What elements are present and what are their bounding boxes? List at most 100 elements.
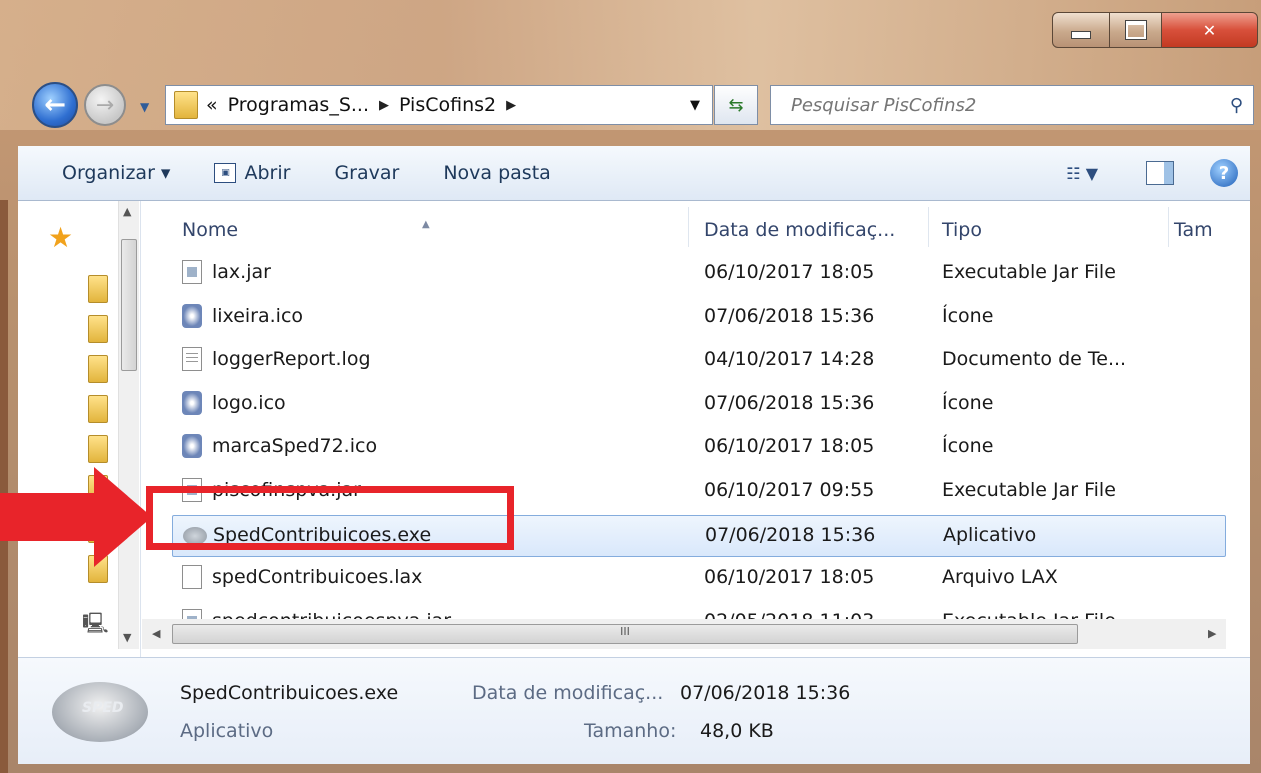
file-type: Ícone (942, 304, 994, 327)
file-type: Executable Jar File (942, 479, 1116, 501)
ico-file-icon (182, 303, 202, 328)
scroll-right-icon[interactable]: ▶ (1208, 627, 1216, 640)
nav-folder-icon[interactable] (88, 315, 108, 343)
network-icon[interactable]: 🖳 (82, 609, 109, 643)
forward-arrow-icon: → (95, 92, 115, 118)
horizontal-scroll-thumb[interactable]: III (172, 624, 1078, 644)
table-row[interactable]: spedcontribuicoespva.jar 02/05/2018 11:03… (172, 602, 1226, 619)
minimize-button[interactable] (1052, 12, 1110, 48)
breadcrumb-programas[interactable]: Programas_S... (228, 94, 369, 116)
search-box[interactable]: ⚲ (770, 85, 1254, 125)
column-divider[interactable] (928, 207, 929, 247)
search-icon[interactable]: ⚲ (1230, 95, 1243, 116)
file-name: spedcontribuicoespva.jar (212, 610, 451, 619)
search-input[interactable] (789, 93, 1193, 117)
details-date-value: 07/06/2018 15:36 (680, 682, 851, 704)
table-row[interactable]: lax.jar 06/10/2017 18:05 Executable Jar Fi… (172, 253, 1226, 295)
column-headers: ▲ Nome Data de modificaç... Tipo Tam (142, 201, 1230, 253)
forward-button[interactable]: → (84, 84, 126, 126)
nav-folder-icon[interactable] (88, 275, 108, 303)
navigation-pane: ★ 🖳 ▲ ▼ (18, 201, 141, 657)
back-button[interactable]: ← (32, 82, 78, 128)
help-button[interactable]: ? (1210, 159, 1238, 187)
table-row[interactable]: marcaSped72.ico 06/10/2017 18:05 Ícone (172, 427, 1226, 469)
sped-app-icon-lettering: SPED (82, 700, 124, 716)
nav-folder-icon[interactable] (88, 435, 108, 463)
file-name: lixeira.ico (212, 304, 304, 327)
open-label: Abrir (244, 162, 291, 184)
file-type: Documento de Te... (942, 348, 1127, 371)
maximize-button[interactable] (1110, 12, 1162, 48)
new-folder-button[interactable]: Nova pasta (443, 162, 550, 184)
horizontal-scrollbar[interactable]: ◀ III ▶ (142, 619, 1226, 649)
refresh-button[interactable]: ⇆ (714, 85, 758, 125)
ico-file-icon (182, 434, 202, 459)
file-date: 07/06/2018 15:36 (704, 304, 875, 327)
address-bar[interactable]: « Programas_S... ▶ PisCofins2 ▶ ▼ (165, 85, 713, 125)
file-date: 06/10/2017 18:05 (704, 435, 875, 458)
recent-pages-dropdown[interactable]: ▼ (140, 100, 149, 114)
file-date: 07/06/2018 15:36 (705, 523, 876, 546)
file-type: Ícone (942, 391, 994, 414)
file-type: Ícone (942, 435, 994, 458)
breadcrumb-chevron-icon[interactable]: ▶ (506, 98, 516, 113)
minimize-icon (1071, 31, 1091, 39)
file-list: ▲ Nome Data de modificaç... Tipo Tam lax… (142, 201, 1250, 619)
close-button[interactable]: ✕ (1162, 12, 1258, 48)
nav-folder-icon[interactable] (88, 355, 108, 383)
breadcrumb-chevron-icon[interactable]: ▶ (379, 98, 389, 113)
table-row[interactable]: logo.ico 07/06/2018 15:36 Ícone (172, 384, 1226, 426)
explorer-window: ✕ ← → ▼ « Programas_S... ▶ PisCofins2 ▶ … (0, 0, 1261, 773)
file-name: logo.ico (212, 391, 286, 414)
navigation-bar: ← → ▼ « Programas_S... ▶ PisCofins2 ▶ ▼ … (0, 78, 1261, 130)
details-file-type: Aplicativo (180, 720, 274, 742)
table-row[interactable]: lixeira.ico 07/06/2018 15:36 Ícone (172, 297, 1226, 339)
file-date: 06/10/2017 09:55 (704, 479, 875, 501)
column-type[interactable]: Tipo (942, 219, 982, 241)
file-type: Executable Jar File (942, 261, 1116, 283)
nav-pane-scroll-thumb[interactable] (121, 239, 137, 371)
open-button[interactable]: ▣ Abrir (214, 162, 290, 184)
column-size[interactable]: Tam (1174, 219, 1213, 241)
table-row[interactable]: spedContribuicoes.lax 06/10/2017 18:05 Arq… (172, 558, 1226, 600)
column-name[interactable]: Nome (182, 219, 238, 241)
column-divider[interactable] (688, 207, 689, 247)
address-dropdown-icon[interactable]: ▼ (690, 98, 700, 113)
table-row[interactable]: loggerReport.log 04/10/2017 14:28 Document… (172, 340, 1226, 382)
nav-folder-icon[interactable] (88, 395, 108, 423)
file-date: 04/10/2017 14:28 (704, 348, 875, 371)
column-date[interactable]: Data de modificaç... (704, 219, 895, 241)
burn-label: Gravar (334, 162, 400, 184)
details-pane: SPED SpedContribuicoes.exe Data de modif… (18, 657, 1250, 764)
help-icon: ? (1218, 162, 1230, 184)
address-prefix[interactable]: « (206, 94, 218, 116)
folder-icon (174, 91, 198, 119)
scroll-left-icon[interactable]: ◀ (152, 627, 160, 640)
breadcrumb-piscofins2[interactable]: PisCofins2 (399, 94, 496, 116)
red-highlight-box (146, 486, 514, 550)
details-size-value: 48,0 KB (700, 720, 774, 742)
content-area: ★ 🖳 ▲ ▼ ▲ Nome Data de modificaç... Tipo… (18, 201, 1250, 657)
burn-button[interactable]: Gravar (334, 162, 399, 184)
back-arrow-icon: ← (44, 90, 66, 120)
details-size-label: Tamanho: (584, 720, 677, 742)
sped-app-icon: SPED (52, 682, 148, 742)
command-bar: Organizar ▾ ▣ Abrir Gravar Nova pasta ☷ … (18, 146, 1250, 201)
change-view-button[interactable]: ☷ ▼ (1066, 164, 1098, 183)
scroll-down-icon[interactable]: ▼ (123, 631, 131, 644)
caption-buttons: ✕ (1052, 12, 1258, 48)
scroll-up-icon[interactable]: ▲ (123, 205, 131, 218)
column-divider[interactable] (1168, 207, 1169, 247)
red-arrow-annotation (0, 467, 152, 567)
details-file-name: SpedContribuicoes.exe (180, 682, 399, 704)
preview-pane-button[interactable] (1146, 161, 1174, 185)
file-date: 02/05/2018 11:03 (704, 610, 874, 619)
file-date: 06/10/2017 18:05 (704, 566, 875, 589)
nav-pane-scrollbar[interactable]: ▲ ▼ (118, 201, 139, 649)
favorites-star-icon[interactable]: ★ (48, 221, 73, 254)
details-date-label: Data de modificaç... (472, 682, 664, 704)
file-name: marcaSped72.ico (212, 435, 378, 458)
file-type: Executable Jar File (942, 610, 1116, 619)
organize-button[interactable]: Organizar ▾ (62, 162, 170, 184)
open-icon: ▣ (214, 163, 237, 183)
